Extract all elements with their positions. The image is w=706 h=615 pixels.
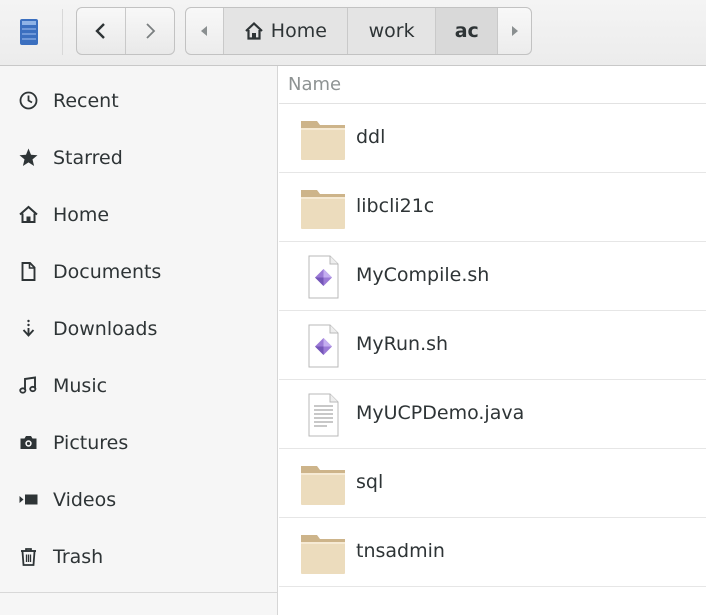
file-row-myucpdemo-java[interactable]: MyUCPDemo.java (279, 380, 706, 449)
trash-icon (21, 548, 36, 566)
video-icon (19, 494, 38, 505)
forward-button[interactable] (125, 8, 174, 54)
sidebar-item-documents[interactable]: Documents (0, 243, 277, 300)
breadcrumb-work[interactable]: work (347, 8, 436, 54)
clock-icon (19, 91, 38, 110)
folder-icon (301, 190, 345, 229)
file-name: sql (356, 471, 384, 493)
folder-icon (301, 535, 345, 574)
sidebar-item-label: Starred (53, 146, 123, 169)
folder-icon (301, 466, 345, 505)
sidebar-item-label: Recent (53, 89, 119, 112)
path-scroll-right-button[interactable] (497, 8, 531, 54)
camera-icon (20, 436, 37, 449)
back-button[interactable] (77, 8, 125, 54)
file-row-mycompile-sh[interactable]: MyCompile.sh (279, 242, 706, 311)
path-bar: Home work ac (185, 7, 532, 55)
sidebar-item-trash[interactable]: Trash (0, 528, 277, 585)
file-row-libcli21c[interactable]: libcli21c (279, 173, 706, 242)
sidebar-item-label: Downloads (53, 317, 158, 340)
file-row-myrun-sh[interactable]: MyRun.sh (279, 311, 706, 380)
document-icon (21, 262, 36, 281)
chevron-right-icon (146, 23, 156, 39)
sidebar-item-label: Videos (53, 488, 117, 511)
star-icon (19, 148, 38, 166)
sidebar-item-label: Documents (53, 260, 162, 283)
navigation-buttons (76, 7, 175, 55)
file-name: MyRun.sh (356, 333, 449, 355)
triangle-left-icon (201, 26, 208, 36)
column-header-name[interactable]: Name (279, 66, 706, 104)
file-name: tnsadmin (356, 540, 445, 562)
home-icon (245, 21, 263, 40)
file-name: MyCompile.sh (356, 264, 490, 286)
sidebar-item-home[interactable]: Home (0, 186, 277, 243)
sidebar-item-pictures[interactable]: Pictures (0, 414, 277, 471)
places-sidebar: Recent Starred Home Documents Downloads (0, 66, 278, 615)
breadcrumb-label: Home (270, 20, 327, 42)
file-name: MyUCPDemo.java (356, 402, 525, 424)
sidebar-item-label: Home (53, 203, 110, 226)
toolbar-separator (62, 9, 63, 55)
download-icon (22, 319, 35, 337)
sidebar-item-videos[interactable]: Videos (0, 471, 277, 528)
home-icon (19, 205, 38, 223)
file-name: ddl (356, 126, 386, 148)
script-file-icon (308, 255, 339, 299)
breadcrumb-label: work (368, 20, 415, 42)
sidebar-item-starred[interactable]: Starred (0, 129, 277, 186)
music-icon (19, 376, 37, 394)
sidebar-item-label: Music (53, 374, 108, 397)
sidebar-item-recent[interactable]: Recent (0, 72, 277, 129)
header-bar: Home work ac (0, 0, 706, 66)
sidebar-item-downloads[interactable]: Downloads (0, 300, 277, 357)
sidebar-item-label: Trash (53, 545, 104, 568)
breadcrumb-ac[interactable]: ac (435, 8, 498, 54)
folder-icon (301, 121, 345, 160)
sidebar-item-label: Pictures (53, 431, 129, 454)
file-row-ddl[interactable]: ddl (279, 104, 706, 173)
file-name: libcli21c (356, 195, 435, 217)
file-row-tnsadmin[interactable]: tnsadmin (279, 518, 706, 587)
breadcrumb-home[interactable]: Home (222, 8, 348, 54)
file-list-view: Name ddl libcli21c MyCompile.sh MyRun.sh… (279, 66, 706, 615)
breadcrumb-label: ac (454, 20, 479, 42)
text-file-icon (308, 393, 339, 437)
sidebar-divider (0, 592, 277, 593)
column-header-label: Name (288, 74, 342, 95)
file-row-sql[interactable]: sql (279, 449, 706, 518)
triangle-right-icon (511, 26, 518, 36)
sidebar-item-music[interactable]: Music (0, 357, 277, 414)
files-app-icon (20, 19, 38, 45)
chevron-left-icon (95, 23, 105, 39)
script-file-icon (308, 324, 339, 368)
path-scroll-left-button[interactable] (186, 8, 223, 54)
